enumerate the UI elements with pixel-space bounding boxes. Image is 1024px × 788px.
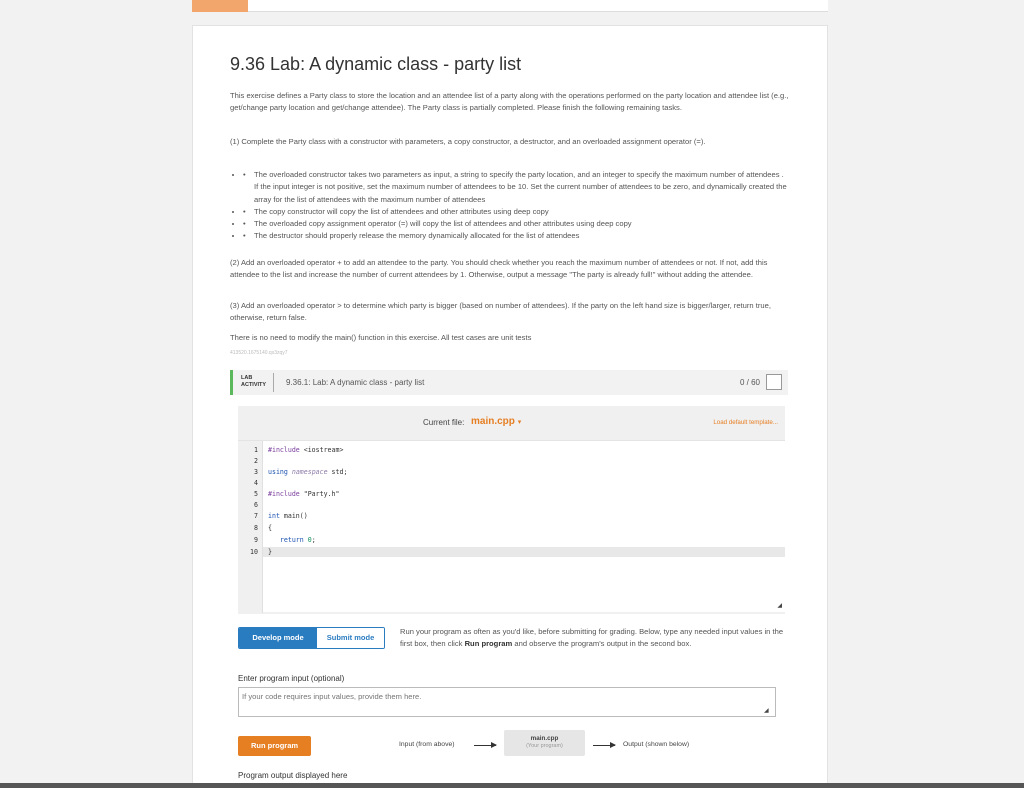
line-number: 2	[254, 457, 258, 465]
page-title: 9.36 Lab: A dynamic class - party list	[230, 54, 522, 74]
line-number: 7	[254, 512, 258, 520]
activity-id: 413520.1675140.qx3zqy7	[230, 350, 288, 356]
divider	[273, 373, 274, 392]
bullet-item: The overloaded constructor takes two par…	[243, 169, 789, 206]
line-number: 1	[254, 446, 258, 454]
flow-input-label: Input (from above)	[399, 741, 455, 748]
code-editor-area[interactable]: 1 2 3 4 5 6 7 8 9 10 #include <iostream>…	[238, 440, 785, 613]
line-number: 10	[250, 548, 258, 556]
current-file-label: Current file:	[423, 418, 465, 427]
arrow-right-icon	[474, 742, 497, 748]
submit-mode-button[interactable]: Submit mode	[317, 628, 384, 648]
completion-checkbox-icon	[766, 374, 782, 390]
caret-down-icon: ▾	[517, 419, 522, 426]
lab-title: 9.36.1: Lab: A dynamic class - party lis…	[286, 378, 425, 387]
line-number: 8	[254, 524, 258, 532]
resize-handle-icon[interactable]: ◢	[764, 707, 769, 714]
code-line: #include "Party.h"	[268, 490, 340, 498]
mode-toggle: Develop mode Submit mode	[238, 627, 385, 649]
flow-program-sub: (Your program)	[526, 743, 563, 749]
intro-text: This exercise defines a Party class to s…	[230, 91, 789, 113]
code-line: {	[268, 524, 272, 532]
task-2-text: (2) Add an overloaded operator + to add …	[230, 258, 768, 280]
progress-segment	[192, 0, 248, 12]
note-text: There is no need to modify the main() fu…	[230, 333, 532, 342]
flow-program-box: main.cpp (Your program)	[504, 730, 585, 756]
code-line: return 0;	[279, 536, 316, 544]
program-input-field[interactable]	[238, 687, 776, 717]
bullet-item: The overloaded copy assignment operator …	[243, 218, 789, 231]
content-card: 9.36 Lab: A dynamic class - party list T…	[192, 25, 828, 788]
line-number: 4	[254, 479, 258, 487]
code-line: using namespace std;	[268, 468, 348, 476]
line-number: 3	[254, 468, 258, 476]
current-file-dropdown[interactable]: main.cpp ▾	[471, 416, 521, 427]
task-3-text: (3) Add an overloaded operator > to dete…	[230, 301, 771, 323]
lab-activity-tag: LAB ACTIVITY	[241, 375, 267, 388]
bullet-item: The destructor should properly release t…	[243, 230, 789, 243]
top-progress-strip	[192, 0, 828, 12]
code-line: int main()	[268, 512, 308, 520]
develop-mode-button[interactable]: Develop mode	[239, 628, 317, 648]
mode-description: Run your program as often as you'd like,…	[400, 627, 784, 649]
line-number: 6	[254, 501, 258, 509]
resize-handle-icon[interactable]: ◢	[777, 602, 782, 609]
load-default-template-link[interactable]: Load default template...	[713, 419, 778, 426]
run-program-button[interactable]: Run program	[238, 736, 311, 756]
arrow-right-icon	[593, 742, 616, 748]
code-line: }	[268, 548, 272, 556]
task-1-text: (1) Complete the Party class with a cons…	[230, 137, 706, 146]
line-number: 9	[254, 536, 258, 544]
program-output-label: Program output displayed here	[238, 771, 348, 780]
bullet-item: The copy constructor will copy the list …	[243, 206, 789, 219]
code-line: #include <iostream>	[268, 446, 344, 454]
line-number-gutter: 1 2 3 4 5 6 7 8 9 10	[238, 441, 263, 613]
flow-output-label: Output (shown below)	[623, 741, 690, 748]
lab-activity-header: LAB ACTIVITY 9.36.1: Lab: A dynamic clas…	[230, 370, 788, 395]
line-number: 5	[254, 490, 258, 498]
program-input-label: Enter program input (optional)	[238, 674, 345, 683]
task-1-bullets: The overloaded constructor takes two par…	[243, 169, 789, 243]
editor-toolbar: Current file: main.cpp ▾ Load default te…	[238, 406, 785, 440]
flow-program-name: main.cpp	[530, 735, 559, 742]
lab-score: 0 / 60	[739, 378, 760, 387]
bottom-bar	[0, 783, 1024, 788]
current-line-highlight	[263, 547, 785, 557]
code-editor[interactable]: 1 2 3 4 5 6 7 8 9 10 #include <iostream>…	[238, 440, 785, 614]
